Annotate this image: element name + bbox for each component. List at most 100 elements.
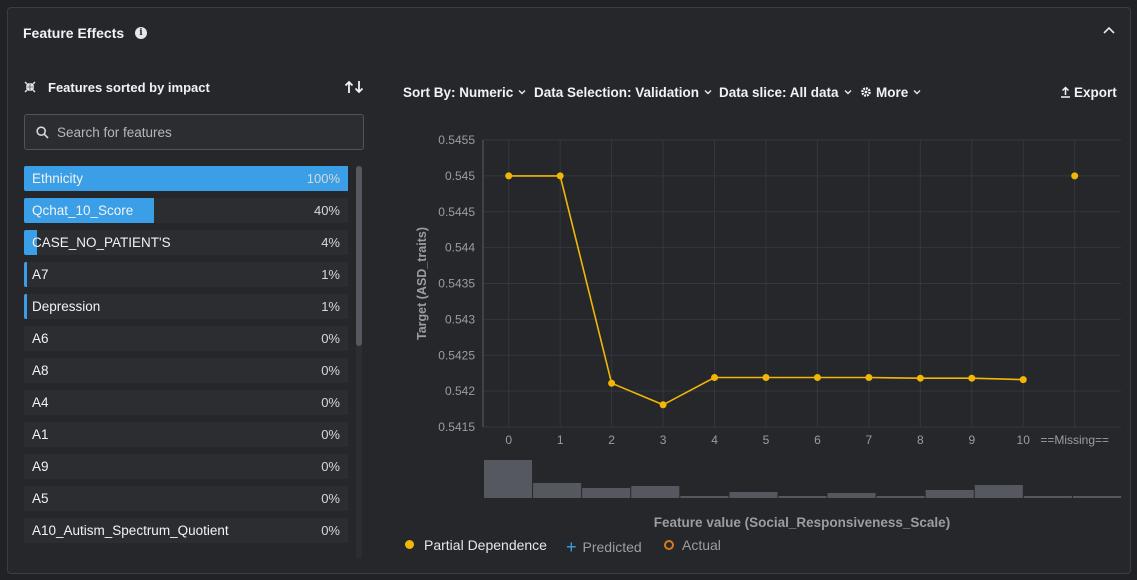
feature-row[interactable]: CASE_NO_PATIENT'S 4% xyxy=(24,230,348,255)
y-tick-label: 0.5425 xyxy=(438,348,475,362)
feature-list: Ethnicity 100% Qchat_10_Score 40% CASE_NO_PA… xyxy=(24,166,348,559)
legend-partial-dependence[interactable]: Partial Dependence xyxy=(405,537,547,553)
legend-predicted[interactable]: + Predicted xyxy=(566,537,642,558)
feature-impact-pct: 0% xyxy=(321,427,340,442)
sort-by-dropdown[interactable]: Sort By: Numeric xyxy=(403,85,526,100)
chevron-down-icon xyxy=(844,90,852,95)
more-label: More xyxy=(876,85,909,100)
feature-name: A9 xyxy=(32,459,49,474)
chevron-down-icon xyxy=(913,90,921,95)
x-tick-label: 10 xyxy=(1017,433,1031,447)
feature-impact-pct: 0% xyxy=(321,395,340,410)
chevron-down-icon xyxy=(518,90,526,95)
feature-row[interactable]: A6 0% xyxy=(24,326,348,351)
feature-name: Qchat_10_Score xyxy=(32,203,134,218)
gear-icon xyxy=(861,87,871,97)
feature-impact-pct: 0% xyxy=(321,331,340,346)
feature-impact-pct: 0% xyxy=(321,459,340,474)
chevron-up-icon[interactable] xyxy=(1102,24,1116,38)
feature-impact-pct: 100% xyxy=(306,171,340,186)
feature-impact-pct: 0% xyxy=(321,363,340,378)
actual-marker xyxy=(664,540,674,550)
info-icon[interactable]: i xyxy=(135,27,147,39)
histogram-bar xyxy=(631,486,680,498)
histogram-bar xyxy=(1023,496,1072,498)
data-slice-label: Data slice: All data xyxy=(719,85,839,100)
y-tick-label: 0.542 xyxy=(445,384,475,398)
histogram-bar xyxy=(680,496,729,498)
search-input[interactable] xyxy=(57,115,357,149)
legend-partial-dependence-label: Partial Dependence xyxy=(424,537,547,553)
feature-impact-bar xyxy=(24,294,28,319)
plus-icon: + xyxy=(566,537,577,557)
y-tick-label: 0.544 xyxy=(445,241,475,255)
data-selection-dropdown[interactable]: Data Selection: Validation xyxy=(534,85,712,100)
x-tick-label: ==Missing== xyxy=(1040,433,1109,447)
feature-effects-chart: 0.54550.5450.54450.5440.54350.5430.54250… xyxy=(415,133,1121,530)
feature-row[interactable]: A1 0% xyxy=(24,422,348,447)
x-tick-label: 0 xyxy=(505,433,512,447)
data-slice-dropdown[interactable]: Data slice: All data xyxy=(719,85,852,100)
feature-name: A4 xyxy=(32,395,49,410)
more-dropdown[interactable]: More xyxy=(860,85,921,100)
y-axis-label: Target (ASD_traits) xyxy=(415,227,429,340)
feature-impact-pct: 1% xyxy=(321,299,340,314)
legend-actual[interactable]: Actual xyxy=(664,537,721,553)
search-icon xyxy=(36,126,49,139)
feature-impact-pct: 0% xyxy=(321,491,340,506)
feature-name: A8 xyxy=(32,363,49,378)
partial-dependence-point xyxy=(968,374,976,382)
feature-impact-pct: 40% xyxy=(313,203,340,218)
partial-dependence-point xyxy=(762,373,770,381)
partial-dependence-point xyxy=(659,401,667,409)
x-tick-label: 5 xyxy=(763,433,770,447)
feature-name: A5 xyxy=(32,491,49,506)
x-tick-label: 4 xyxy=(711,433,718,447)
feature-name: A1 xyxy=(32,427,49,442)
histogram-bar xyxy=(876,496,925,498)
y-tick-label: 0.543 xyxy=(445,312,475,326)
feature-row[interactable]: Qchat_10_Score 40% xyxy=(24,198,348,223)
export-label: Export xyxy=(1074,85,1117,100)
partial-dependence-point xyxy=(556,172,564,180)
y-tick-label: 0.5415 xyxy=(438,420,475,434)
feature-row[interactable]: A10_Autism_Spectrum_Quotient 0% xyxy=(24,518,348,543)
collapse-arrows-icon[interactable] xyxy=(24,81,36,93)
export-button[interactable]: Export xyxy=(1060,85,1117,100)
feature-name: A7 xyxy=(32,267,49,282)
y-tick-label: 0.5455 xyxy=(438,133,475,147)
histogram-bar xyxy=(1072,496,1121,498)
feature-impact-pct: 0% xyxy=(321,523,340,538)
y-tick-label: 0.5445 xyxy=(438,205,475,219)
scrollbar-thumb[interactable] xyxy=(356,166,362,346)
partial-dependence-point xyxy=(608,379,616,387)
x-tick-label: 9 xyxy=(968,433,975,447)
feature-row[interactable]: A7 1% xyxy=(24,262,348,287)
data-selection-label: Data Selection: Validation xyxy=(534,85,700,100)
partial-dependence-point xyxy=(813,373,821,381)
feature-row[interactable]: A4 0% xyxy=(24,390,348,415)
feature-row[interactable]: A8 0% xyxy=(24,358,348,383)
feature-name: Depression xyxy=(32,299,101,314)
y-tick-label: 0.5435 xyxy=(438,277,475,291)
feature-name: A6 xyxy=(32,331,49,346)
x-tick-label: 7 xyxy=(866,433,873,447)
sort-by-label: Sort By: Numeric xyxy=(403,85,514,100)
feature-effects-panel: Feature Effects i Features sorted by imp… xyxy=(7,7,1131,574)
feature-impact-bar xyxy=(24,262,28,287)
histogram-bar xyxy=(729,492,778,498)
feature-name: CASE_NO_PATIENT'S xyxy=(32,235,171,250)
feature-row[interactable]: A9 0% xyxy=(24,454,348,479)
partial-dependence-point xyxy=(916,374,924,382)
feature-row[interactable]: Depression 1% xyxy=(24,294,348,319)
legend-actual-label: Actual xyxy=(682,537,721,553)
x-tick-label: 6 xyxy=(814,433,821,447)
partial-dependence-marker xyxy=(405,540,414,549)
scrollbar-track[interactable] xyxy=(356,166,362,559)
histogram-bar xyxy=(974,485,1023,498)
sort-arrows-icon[interactable] xyxy=(344,80,366,94)
feature-row[interactable]: Ethnicity 100% xyxy=(24,166,348,191)
feature-row[interactable]: A5 0% xyxy=(24,486,348,511)
feature-name: Ethnicity xyxy=(32,171,84,186)
y-tick-label: 0.545 xyxy=(445,169,475,183)
